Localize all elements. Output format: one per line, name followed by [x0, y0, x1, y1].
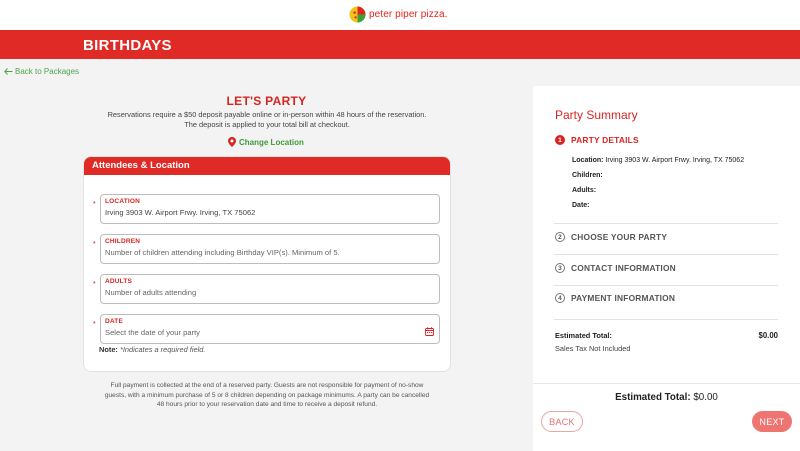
step-3-number-icon: 3	[555, 263, 565, 273]
adults-input[interactable]: ADULTS Number of adults attending	[100, 274, 440, 304]
required-marker: *	[93, 241, 96, 248]
next-button[interactable]: NEXT	[752, 411, 792, 432]
disclaimer-line-2: guests, with a minimum purchase of 5 or …	[104, 391, 430, 399]
arrow-left-icon	[4, 68, 13, 75]
step-4-label: PAYMENT INFORMATION	[571, 293, 676, 303]
bottom-action-bar: Estimated Total: $0.00 BACK NEXT	[533, 383, 800, 451]
page-title: BIRTHDAYS	[83, 37, 172, 54]
bottom-total-label: Estimated Total:	[615, 392, 691, 403]
back-link-label: Back to Packages	[15, 67, 80, 76]
detail-date-label: Date:	[572, 202, 590, 209]
sales-tax-note: Sales Tax Not Included	[555, 344, 631, 353]
detail-date: Date:	[572, 202, 590, 209]
adults-field-row: ADULTS Number of adults attending *	[93, 274, 440, 304]
step-1-number-icon: 1	[555, 135, 565, 145]
top-bar: peter piper pizza.	[0, 0, 800, 30]
intro-line-2: The deposit is applied to your total bil…	[184, 119, 350, 129]
main-title: LET'S PARTY	[226, 94, 307, 108]
detail-adults: Adults:	[572, 187, 596, 194]
bottom-estimated-total: Estimated Total: $0.00	[533, 392, 800, 403]
step-party-details[interactable]: 1 PARTY DETAILS	[555, 135, 639, 145]
detail-location: Location: Irving 3903 W. Airport Frwy. I…	[572, 157, 744, 164]
location-label: LOCATION	[105, 198, 141, 205]
location-field[interactable]: LOCATION Irving 3903 W. Airport Frwy. Ir…	[100, 194, 440, 224]
map-pin-icon	[228, 137, 236, 147]
step-4-number-icon: 4	[555, 293, 565, 303]
step-2-label: CHOOSE YOUR PARTY	[571, 232, 668, 242]
estimated-total-value: $0.00	[758, 331, 778, 340]
date-input[interactable]: DATE Select the date of your party	[100, 314, 440, 344]
step-1-label: PARTY DETAILS	[571, 135, 639, 145]
children-input[interactable]: CHILDREN Number of children attending in…	[100, 234, 440, 264]
required-note: Note: *Indicates a required field.	[99, 345, 205, 354]
disclaimer-line-1: Full payment is collected at the end of …	[110, 382, 424, 389]
back-button[interactable]: BACK	[541, 411, 583, 432]
date-label: DATE	[105, 318, 124, 325]
divider	[554, 223, 778, 224]
bottom-total-value: $0.00	[693, 392, 718, 403]
location-field-row: LOCATION Irving 3903 W. Airport Frwy. Ir…	[93, 194, 440, 224]
pizza-logo-icon	[349, 6, 366, 23]
required-marker: *	[93, 281, 96, 288]
intro-line-1: Reservations require a $50 deposit payab…	[107, 110, 427, 119]
brand-logo[interactable]: peter piper pizza.	[349, 6, 448, 23]
back-to-packages-link[interactable]: Back to Packages	[4, 67, 79, 76]
divider	[554, 285, 778, 286]
attendees-location-card: Attendees & Location LOCATION Irving 390…	[83, 156, 451, 372]
calendar-icon[interactable]	[425, 327, 434, 336]
divider	[554, 254, 778, 255]
estimated-total-label: Estimated Total:	[555, 331, 612, 340]
date-field-row: DATE Select the date of your party *	[93, 314, 440, 344]
adults-placeholder: Number of adults attending	[105, 288, 197, 297]
step-choose-your-party[interactable]: 2 CHOOSE YOUR PARTY	[555, 232, 667, 242]
children-placeholder: Number of children attending including B…	[105, 248, 340, 257]
children-label: CHILDREN	[105, 238, 141, 245]
detail-children: Children:	[572, 172, 603, 179]
detail-adults-label: Adults:	[572, 187, 597, 194]
location-value: Irving 3903 W. Airport Frwy. Irving, TX …	[105, 208, 256, 217]
date-placeholder: Select the date of your party	[105, 328, 200, 337]
card-header: Attendees & Location	[84, 157, 450, 175]
payment-disclaimer: Full payment is collected at the end of …	[84, 381, 450, 410]
step-3-label: CONTACT INFORMATION	[571, 263, 676, 273]
logo-text: peter piper pizza.	[369, 9, 448, 20]
note-text: *Indicates a required field.	[119, 345, 206, 354]
change-location-link[interactable]: Change Location	[228, 137, 304, 147]
step-payment-information[interactable]: 4 PAYMENT INFORMATION	[555, 293, 675, 303]
step-contact-information[interactable]: 3 CONTACT INFORMATION	[555, 263, 676, 273]
disclaimer-line-3: 48 hours prior to your reservation date …	[156, 401, 378, 409]
detail-location-value: Irving 3903 W. Airport Frwy. Irving, TX …	[605, 157, 745, 164]
change-location-label: Change Location	[239, 137, 304, 147]
adults-label: ADULTS	[105, 278, 133, 285]
children-field-row: CHILDREN Number of children attending in…	[93, 234, 440, 264]
detail-location-label: Location:	[572, 157, 604, 164]
summary-title: Party Summary	[555, 108, 638, 122]
party-summary-panel: Party Summary 1 PARTY DETAILS Location: …	[533, 86, 800, 386]
divider	[554, 319, 778, 320]
required-marker: *	[93, 201, 96, 208]
note-label: Note:	[99, 345, 118, 354]
required-marker: *	[93, 321, 96, 328]
intro-text: Reservations require a $50 deposit payab…	[84, 110, 450, 130]
detail-children-label: Children:	[572, 172, 603, 179]
step-2-number-icon: 2	[555, 232, 565, 242]
